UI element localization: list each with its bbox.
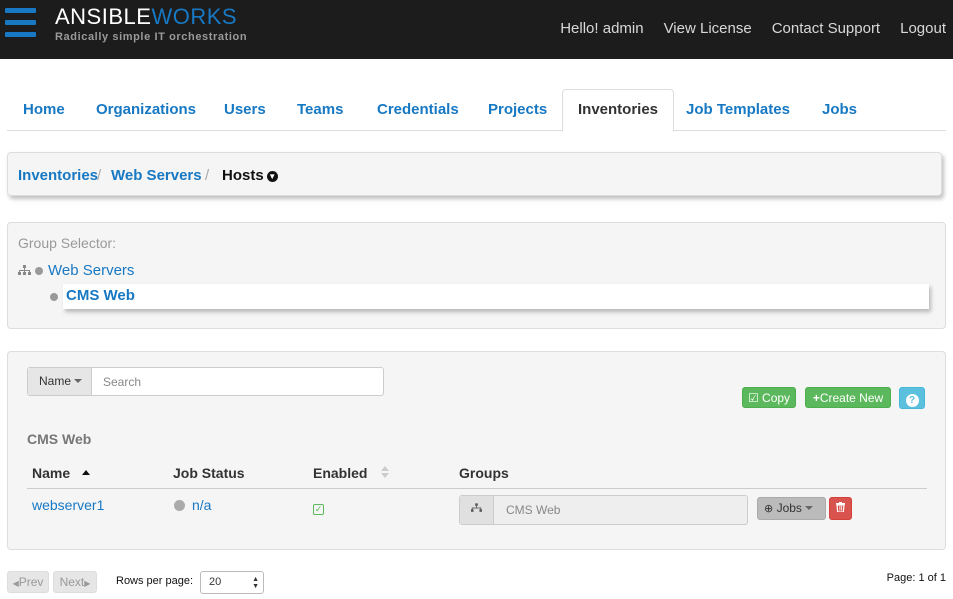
groups-value: CMS Web <box>506 503 561 517</box>
breadcrumb-separator: / <box>97 167 102 184</box>
tab-jobs[interactable]: Jobs <box>807 89 872 131</box>
next-label: Next <box>59 575 85 589</box>
brand-name-part1: ANSIBLE <box>55 4 152 29</box>
tab-credentials[interactable]: Credentials <box>362 89 474 131</box>
breadcrumb-current[interactable]: Hosts ▼ <box>222 167 278 184</box>
column-header-groups: Groups <box>459 465 509 481</box>
create-new-label: Create New <box>819 391 884 405</box>
updown-icon: ▲ ▼ <box>252 576 259 590</box>
rows-per-page-select[interactable]: 20 ▲ ▼ <box>200 571 264 594</box>
copy-button[interactable]: ☑ Copy <box>742 387 796 408</box>
greeting-link[interactable]: Hello! admin <box>560 20 643 37</box>
brand-tagline: Radically simple IT orchestration <box>55 31 248 43</box>
breadcrumb-separator: / <box>205 167 210 184</box>
brand-name-part2: WORKS <box>151 4 238 29</box>
sort-icon <box>381 466 390 478</box>
column-enabled-label: Enabled <box>313 465 368 481</box>
question-icon: ? <box>905 394 919 407</box>
rows-per-page-value: 20 <box>209 576 222 588</box>
search-plus-icon: ⊕ <box>764 503 774 515</box>
group-selector-panel: Group Selector: Web Servers CMS Web <box>7 222 946 329</box>
tab-inventories[interactable]: Inventories <box>562 89 675 132</box>
caret-down-icon <box>804 506 813 510</box>
create-new-button[interactable]: +Create New <box>805 387 891 408</box>
breadcrumb: Inventories / Web Servers / Hosts ▼ <box>7 152 942 196</box>
menu-icon[interactable] <box>5 8 36 40</box>
status-dot-icon <box>174 500 185 511</box>
main-tabs: Home Organizations Users Teams Credentia… <box>7 89 946 132</box>
check-square-icon: ☑ <box>747 391 759 405</box>
groups-field[interactable]: CMS Web <box>459 495 748 525</box>
help-button[interactable]: ? <box>899 387 925 409</box>
column-header-job-status: Job Status <box>173 465 245 481</box>
column-header-enabled[interactable]: Enabled <box>313 465 390 481</box>
search-input[interactable] <box>94 368 382 395</box>
column-name-label: Name <box>32 465 71 481</box>
column-header-name[interactable]: Name <box>32 465 91 481</box>
next-page-button[interactable]: Next▶ <box>53 571 97 593</box>
sort-up-icon <box>82 470 91 475</box>
jobs-label: Jobs <box>776 501 802 515</box>
tab-home[interactable]: Home <box>8 89 80 131</box>
job-status-link[interactable]: n/a <box>192 497 211 513</box>
copy-label: Copy <box>762 391 791 405</box>
hosts-panel: Name ☑ Copy +Create New ? CMS Web Name J… <box>7 351 946 550</box>
tab-organizations[interactable]: Organizations <box>81 89 211 131</box>
tab-teams[interactable]: Teams <box>282 89 358 131</box>
tree-node-dot <box>35 267 43 275</box>
jobs-dropdown-button[interactable]: ⊕ Jobs <box>757 497 826 520</box>
user-nav: Hello! admin View License Contact Suppor… <box>540 20 946 37</box>
search-box: Name <box>27 367 384 396</box>
check-square-icon: ✓ <box>313 504 324 515</box>
chevron-circle-down-icon: ▼ <box>266 171 278 182</box>
tab-users[interactable]: Users <box>209 89 281 131</box>
tab-projects[interactable]: Projects <box>473 89 562 131</box>
caret-down-icon <box>74 379 83 383</box>
breadcrumb-current-label: Hosts <box>222 167 264 184</box>
caret-right-icon: ▶ <box>84 579 91 588</box>
search-field-label: Name <box>39 374 72 388</box>
group-cms-web-selected[interactable]: CMS Web <box>63 284 929 309</box>
prev-label: Prev <box>18 575 44 589</box>
top-navbar: ANSIBLEWORKS Radically simple IT orchest… <box>0 0 953 59</box>
group-cms-web-label: CMS Web <box>66 287 135 304</box>
trash-icon <box>836 502 845 513</box>
plus-icon: + <box>812 391 820 405</box>
group-web-servers[interactable]: Web Servers <box>48 262 134 279</box>
logout-link[interactable]: Logout <box>900 20 946 37</box>
contact-support-link[interactable]: Contact Support <box>772 20 880 37</box>
enabled-toggle[interactable]: ✓ <box>313 499 324 515</box>
section-title: CMS Web <box>27 431 92 447</box>
tree-node-dot <box>50 293 58 301</box>
tree-icon <box>18 265 31 279</box>
breadcrumb-inventories[interactable]: Inventories <box>18 167 98 184</box>
sitemap-icon <box>460 496 494 524</box>
view-license-link[interactable]: View License <box>664 20 752 37</box>
tab-job-templates[interactable]: Job Templates <box>671 89 805 131</box>
table-header-divider <box>27 488 927 489</box>
search-field-dropdown[interactable]: Name <box>28 368 92 395</box>
group-selector-label: Group Selector: <box>18 235 117 251</box>
prev-page-button[interactable]: ◀Prev <box>7 571 49 593</box>
host-name-link[interactable]: webserver1 <box>32 497 104 513</box>
brand-logo[interactable]: ANSIBLEWORKS Radically simple IT orchest… <box>55 4 247 43</box>
breadcrumb-web-servers[interactable]: Web Servers <box>111 167 202 184</box>
job-status-cell: n/a <box>174 497 211 513</box>
rows-per-page-label: Rows per page: <box>116 575 194 587</box>
page-indicator: Page: 1 of 1 <box>886 572 946 584</box>
delete-button[interactable] <box>829 497 852 520</box>
